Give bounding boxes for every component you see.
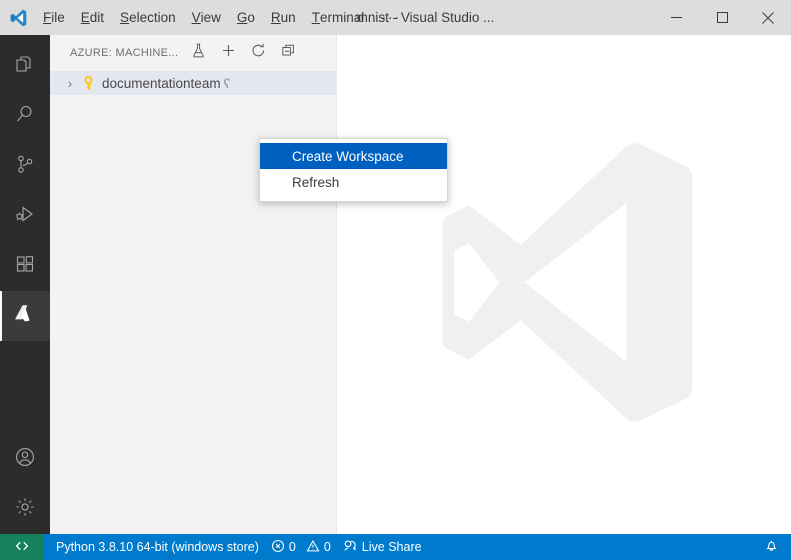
error-count: 0 bbox=[288, 540, 296, 554]
gear-icon bbox=[13, 495, 37, 524]
menu-edit-rest: dit bbox=[89, 10, 105, 25]
sidebar-item-accounts[interactable] bbox=[0, 434, 50, 484]
account-icon bbox=[13, 445, 37, 474]
remote-window-icon bbox=[14, 538, 30, 557]
menu-terminal[interactable]: Terminal bbox=[304, 0, 373, 35]
vscode-window: File Edit Selection View Go Run Terminal… bbox=[0, 0, 791, 560]
azure-sidebar: AZURE: MACHINE... › documentationteam ʕ bbox=[50, 35, 337, 534]
menu-overflow-button[interactable]: ··· bbox=[372, 0, 410, 35]
extensions-icon bbox=[13, 252, 37, 281]
menu-go-rest: o bbox=[247, 10, 255, 25]
menu-view[interactable]: View bbox=[184, 0, 229, 35]
status-live-share[interactable]: Live Share bbox=[337, 534, 428, 560]
sidebar-item-search[interactable] bbox=[0, 91, 50, 141]
menu-go-mnemonic: G bbox=[236, 10, 248, 25]
status-python-label: Python 3.8.10 64-bit (windows store) bbox=[56, 540, 259, 554]
sidebar-item-run-and-debug[interactable] bbox=[0, 191, 50, 241]
add-button[interactable] bbox=[214, 40, 242, 66]
sidebar-item-azure[interactable] bbox=[0, 291, 50, 341]
minimize-button[interactable] bbox=[653, 0, 699, 35]
sidebar-item-manage[interactable] bbox=[0, 484, 50, 534]
key-icon bbox=[78, 75, 98, 91]
menu-selection-rest: election bbox=[129, 10, 176, 25]
sidebar-actions bbox=[184, 40, 302, 66]
status-bar-right bbox=[758, 534, 791, 560]
menu-bar: File Edit Selection View Go Run Terminal… bbox=[35, 0, 410, 35]
activity-bar bbox=[0, 35, 50, 534]
search-icon bbox=[13, 102, 37, 131]
create-experiment-button[interactable] bbox=[184, 40, 212, 66]
title-bar: File Edit Selection View Go Run Terminal… bbox=[0, 0, 791, 35]
sidebar-item-extensions[interactable] bbox=[0, 241, 50, 291]
tree-item-suffix: ʕ bbox=[223, 75, 231, 91]
close-button[interactable] bbox=[745, 0, 791, 35]
warning-count: 0 bbox=[323, 540, 331, 554]
menu-terminal-mnemonic: T bbox=[311, 10, 320, 25]
flask-icon bbox=[190, 42, 207, 64]
menu-edit[interactable]: Edit bbox=[73, 0, 112, 35]
live-share-label: Live Share bbox=[361, 540, 422, 554]
collapse-all-button[interactable] bbox=[274, 40, 302, 66]
activity-bar-spacer bbox=[0, 341, 50, 434]
context-menu-item-refresh[interactable]: Refresh bbox=[260, 169, 447, 195]
sidebar-header: AZURE: MACHINE... bbox=[50, 35, 336, 70]
workbench-body: AZURE: MACHINE... › documentationteam ʕ … bbox=[0, 35, 791, 534]
status-python-version[interactable]: Python 3.8.10 64-bit (windows store) bbox=[50, 534, 265, 560]
sidebar-title: AZURE: MACHINE... bbox=[70, 46, 179, 59]
context-menu-item-create-workspace[interactable]: Create Workspace bbox=[260, 143, 447, 169]
live-share-icon bbox=[343, 538, 358, 556]
menu-go[interactable]: Go bbox=[229, 0, 263, 35]
azure-icon bbox=[13, 302, 37, 331]
remote-indicator-button[interactable] bbox=[0, 534, 44, 560]
menu-selection[interactable]: Selection bbox=[112, 0, 184, 35]
sidebar-item-explorer[interactable] bbox=[0, 41, 50, 91]
menu-selection-mnemonic: S bbox=[120, 10, 130, 25]
tree-row[interactable]: › documentationteam ʕ bbox=[50, 71, 336, 95]
run-debug-icon bbox=[13, 202, 37, 231]
chevron-right-icon[interactable]: › bbox=[62, 76, 78, 91]
bell-icon bbox=[764, 538, 779, 556]
sidebar-item-source-control[interactable] bbox=[0, 141, 50, 191]
warning-icon bbox=[306, 539, 320, 556]
vscode-watermark-logo bbox=[414, 127, 714, 442]
refresh-button[interactable] bbox=[244, 40, 272, 66]
status-problems[interactable]: 0 0 bbox=[265, 534, 337, 560]
menu-file-mnemonic: F bbox=[43, 10, 52, 25]
tree-item-label: documentationteam bbox=[102, 75, 221, 91]
context-menu: Create Workspace Refresh bbox=[259, 138, 448, 202]
status-notifications[interactable] bbox=[758, 534, 785, 560]
plus-icon bbox=[220, 42, 237, 64]
menu-run[interactable]: Run bbox=[263, 0, 304, 35]
source-control-icon bbox=[13, 152, 37, 181]
vscode-logo-icon bbox=[0, 0, 35, 35]
menu-file-rest: ile bbox=[51, 10, 65, 25]
menu-run-mnemonic: R bbox=[270, 10, 281, 25]
editor-area bbox=[337, 35, 791, 534]
refresh-icon bbox=[250, 42, 267, 64]
menu-edit-mnemonic: E bbox=[80, 10, 90, 25]
files-icon bbox=[13, 52, 37, 81]
menu-terminal-rest: erminal bbox=[319, 10, 365, 25]
menu-run-rest: un bbox=[280, 10, 296, 25]
collapse-all-icon bbox=[280, 42, 297, 64]
menu-view-rest: iew bbox=[200, 10, 221, 25]
window-controls bbox=[653, 0, 791, 35]
error-icon bbox=[271, 539, 285, 556]
status-bar: Python 3.8.10 64-bit (windows store) 0 0 bbox=[0, 534, 791, 560]
menu-view-mnemonic: V bbox=[191, 10, 201, 25]
maximize-button[interactable] bbox=[699, 0, 745, 35]
menu-file[interactable]: File bbox=[35, 0, 73, 35]
